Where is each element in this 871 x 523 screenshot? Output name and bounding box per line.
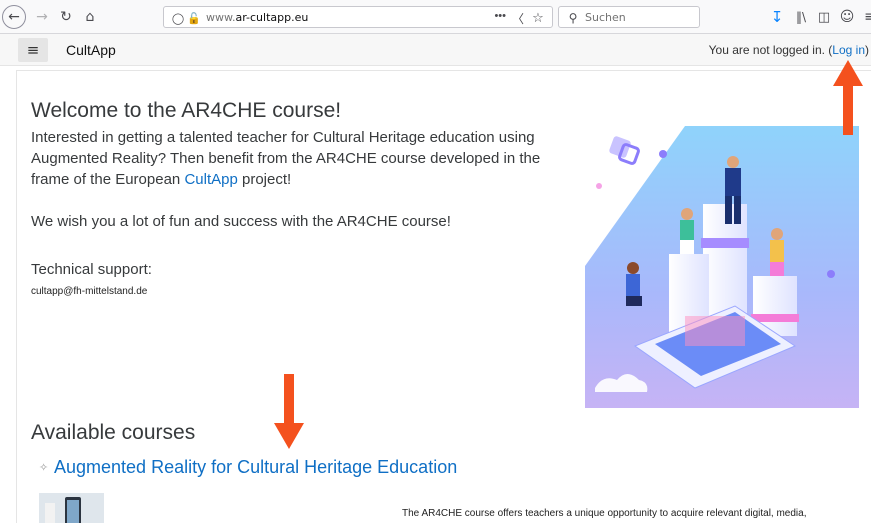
login-link[interactable]: Log in <box>832 43 865 57</box>
course-summary: The AR4CHE course offers teachers a uniq… <box>402 508 807 519</box>
course-thumbnail[interactable] <box>39 493 104 523</box>
menu-icon[interactable]: ≡ <box>860 7 871 27</box>
account-icon[interactable]: ☺ <box>837 7 857 27</box>
page-actions-icon[interactable]: ••• <box>494 10 506 22</box>
annotation-arrow-up-icon <box>833 60 863 135</box>
course-title-link[interactable]: Augmented Reality for Cultural Heritage … <box>54 457 457 478</box>
site-name[interactable]: CultApp <box>66 42 116 58</box>
search-icon: ⚲ <box>568 11 578 25</box>
reload-icon[interactable]: ↻ <box>56 7 76 27</box>
woman-figure-2 <box>770 228 784 276</box>
address-bar[interactable]: ◯ 🔓 www.ar-cultapp.eu ••• 〈 ☆ <box>163 6 553 28</box>
nav-drawer-toggle-icon[interactable]: ≡ <box>18 38 48 62</box>
page-title: Welcome to the AR4CHE course! <box>31 99 342 122</box>
login-info: You are not logged in. (Log in) <box>708 43 869 57</box>
search-placeholder: Suchen <box>585 11 626 24</box>
cultapp-link[interactable]: CultApp <box>184 171 237 188</box>
woman-figure-1 <box>680 208 694 254</box>
bookmark-star-icon[interactable]: ☆ <box>528 8 548 28</box>
course-category-icon: ✧ <box>39 461 49 474</box>
pocket-icon[interactable]: 〈 <box>508 8 528 28</box>
back-arrow-icon[interactable]: ← <box>2 5 26 29</box>
site-navbar: ≡ CultApp You are not logged in. (Log in… <box>0 34 871 66</box>
wish-text: We wish you a lot of fun and success wit… <box>31 213 451 230</box>
insecure-lock-icon[interactable]: 🔓 <box>184 8 204 28</box>
intro-paragraph: Interested in getting a talented teacher… <box>31 129 541 188</box>
search-bar[interactable]: ⚲ Suchen <box>558 6 700 28</box>
hero-illustration <box>585 126 859 408</box>
sidebar-icon[interactable]: ◫ <box>814 7 834 27</box>
annotation-arrow-down-icon <box>274 374 304 449</box>
forward-arrow-icon[interactable]: → <box>32 7 52 27</box>
url-text: www.ar-cultapp.eu <box>206 11 309 24</box>
support-heading: Technical support: <box>31 261 152 278</box>
home-icon[interactable]: ⌂ <box>80 7 100 27</box>
library-icon[interactable]: ‖\ <box>791 7 811 27</box>
browser-toolbar: ← → ↻ ⌂ ◯ 🔓 www.ar-cultapp.eu ••• 〈 ☆ ⚲ … <box>0 0 871 34</box>
available-courses-heading: Available courses <box>31 421 196 444</box>
download-icon[interactable]: ↧ <box>767 7 787 27</box>
support-email: cultapp@fh-mittelstand.de <box>31 286 148 297</box>
